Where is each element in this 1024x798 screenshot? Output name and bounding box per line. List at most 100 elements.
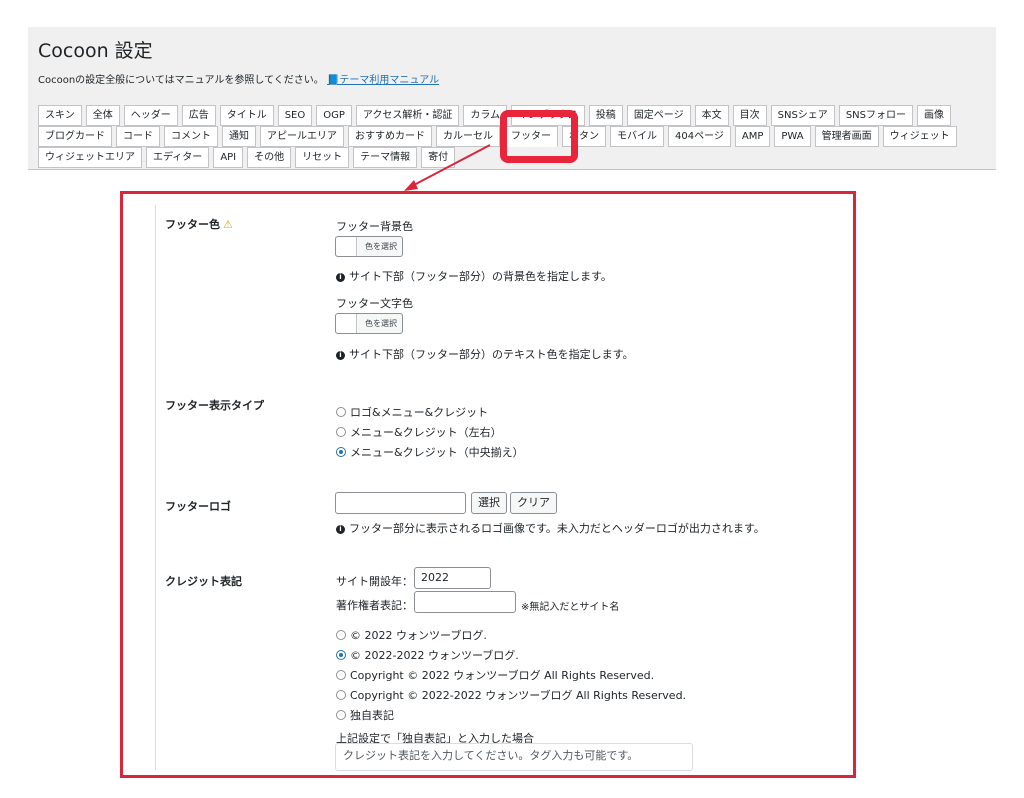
radio-label: © 2022-2022 ウォンツーブログ. — [350, 649, 519, 662]
radio-option[interactable]: 独自表記 — [336, 707, 394, 723]
tab-item[interactable]: アクセス解析・認証 — [355, 105, 460, 126]
tab-item[interactable]: 目次 — [732, 105, 767, 126]
credit-label: クレジット表記 — [165, 575, 242, 588]
footer-bg-help-text: サイト下部（フッター部分）の背景色を指定します。 — [349, 270, 612, 283]
tab-item[interactable]: ブログカード — [38, 126, 112, 147]
tab-item[interactable]: OGP — [316, 105, 352, 126]
intro-message: Cocoonの設定全般についてはマニュアルを参照してください。 — [38, 75, 324, 86]
tab-item[interactable]: 投稿 — [588, 105, 623, 126]
tab-item[interactable]: リセット — [295, 147, 350, 168]
tab-item[interactable]: ウィジェット — [882, 126, 957, 147]
radio-button[interactable] — [336, 690, 346, 700]
tab-item[interactable]: 通知 — [222, 126, 256, 147]
radio-option[interactable]: メニュー&クレジット（中央揃え） — [336, 444, 524, 460]
tab-item[interactable]: コメント — [164, 126, 218, 147]
tab-item[interactable]: 管理者画面 — [814, 126, 879, 147]
author-label: 著作権者表記： — [336, 599, 413, 612]
manual-link-label: テーマ利用マニュアル — [339, 75, 440, 86]
footer-tab-highlight — [500, 110, 578, 163]
tab-item[interactable]: 404ページ — [668, 126, 731, 147]
footer-logo-url-input[interactable] — [335, 492, 466, 514]
tab-item[interactable]: ウィジェットエリア — [38, 147, 142, 168]
radio-button[interactable] — [336, 670, 346, 680]
site-year-input[interactable]: 2022 — [414, 567, 491, 589]
section-divider — [155, 205, 156, 770]
tab-item[interactable]: コード — [116, 126, 160, 147]
tab-item[interactable]: スキン — [38, 105, 82, 126]
radio-label: メニュー&クレジット（中央揃え） — [350, 446, 524, 459]
author-note: ※無記入だとサイト名 — [521, 602, 620, 613]
footer-logo-label: フッターロゴ — [165, 500, 231, 513]
info-icon: i — [336, 351, 345, 360]
radio-label: Copyright © 2022-2022 ウォンツーブログ All Right… — [350, 689, 687, 702]
tab-item[interactable]: エディター — [146, 147, 210, 168]
info-icon: i — [336, 525, 345, 534]
footer-bg-color-picker[interactable]: 色を選択 — [335, 236, 403, 257]
footer-text-color-picker[interactable]: 色を選択 — [335, 313, 403, 334]
footer-color-label: フッター色 ⚠ — [165, 216, 233, 232]
radio-label: Copyright © 2022 ウォンツーブログ All Rights Res… — [350, 669, 655, 682]
color-swatch — [336, 237, 357, 256]
tab-item[interactable]: カルーセル — [436, 126, 500, 147]
radio-label: メニュー&クレジット（左右） — [350, 426, 502, 439]
color-picker-label: 色を選択 — [365, 242, 397, 251]
footer-logo-select-button[interactable]: 選択 — [471, 492, 507, 514]
tab-item[interactable]: アピールエリア — [260, 126, 344, 147]
intro-text: Cocoonの設定全般についてはマニュアルを参照してください。 📘テーマ利用マニ… — [38, 71, 439, 86]
footer-text-help: i サイト下部（フッター部分）のテキスト色を指定します。 — [336, 346, 634, 362]
radio-label: © 2022 ウォンツーブログ. — [350, 629, 487, 642]
footer-logo-help: i フッター部分に表示されるロゴ画像です。未入力だとヘッダーロゴが出力されます。 — [336, 520, 765, 536]
footer-logo-clear-button[interactable]: クリア — [510, 492, 557, 514]
tab-item[interactable]: SNSシェア — [770, 105, 835, 126]
tab-item[interactable]: モバイル — [610, 126, 664, 147]
manual-link[interactable]: 📘テーマ利用マニュアル — [327, 75, 439, 86]
tab-item[interactable]: 本文 — [694, 105, 729, 126]
radio-option[interactable]: Copyright © 2022 ウォンツーブログ All Rights Res… — [336, 667, 654, 683]
radio-button[interactable] — [336, 447, 346, 457]
color-picker-label: 色を選択 — [365, 319, 397, 328]
footer-bg-help: i サイト下部（フッター部分）の背景色を指定します。 — [336, 268, 612, 284]
color-swatch — [336, 314, 357, 333]
tab-item[interactable]: ヘッダー — [123, 105, 178, 126]
footer-text-color-label: フッター文字色 — [336, 297, 413, 310]
tab-item[interactable]: その他 — [247, 147, 292, 168]
tab-item[interactable]: テーマ情報 — [353, 147, 418, 168]
radio-label: ロゴ&メニュー&クレジット — [350, 406, 489, 419]
book-icon: 📘 — [326, 75, 340, 86]
page-title: Cocoon 設定 — [38, 40, 153, 62]
tab-item[interactable]: 寄付 — [421, 147, 456, 168]
radio-button[interactable] — [336, 630, 346, 640]
tab-item[interactable]: 全体 — [85, 105, 120, 126]
radio-button[interactable] — [336, 427, 346, 437]
radio-button[interactable] — [336, 650, 346, 660]
tab-item[interactable]: 広告 — [181, 105, 216, 126]
radio-button[interactable] — [336, 407, 346, 417]
radio-option[interactable]: Copyright © 2022-2022 ウォンツーブログ All Right… — [336, 687, 686, 703]
footer-color-label-text: フッター色 — [165, 218, 220, 231]
tab-item[interactable]: おすすめカード — [348, 126, 432, 147]
footer-logo-help-text: フッター部分に表示されるロゴ画像です。未入力だとヘッダーロゴが出力されます。 — [349, 522, 765, 535]
radio-option[interactable]: © 2022-2022 ウォンツーブログ. — [336, 647, 519, 663]
tab-item[interactable]: タイトル — [219, 105, 274, 126]
radio-label: 独自表記 — [350, 709, 394, 722]
radio-option[interactable]: © 2022 ウォンツーブログ. — [336, 627, 487, 643]
radio-button[interactable] — [336, 710, 346, 720]
footer-display-type-label: フッター表示タイプ — [165, 399, 264, 412]
custom-credit-placeholder: クレジット表記を入力してください。タグ入力も可能です。 — [343, 749, 639, 762]
radio-option[interactable]: メニュー&クレジット（左右） — [336, 424, 502, 440]
site-year-label: サイト開設年： — [336, 575, 413, 588]
custom-credit-textarea[interactable]: クレジット表記を入力してください。タグ入力も可能です。 — [335, 743, 693, 771]
tab-item[interactable]: SNSフォロー — [838, 105, 913, 126]
tab-item[interactable]: AMP — [734, 126, 771, 147]
footer-bg-color-label: フッター背景色 — [336, 220, 413, 233]
footer-text-help-text: サイト下部（フッター部分）のテキスト色を指定します。 — [349, 348, 634, 361]
tab-item[interactable]: PWA — [774, 126, 811, 147]
info-icon: i — [336, 273, 345, 282]
author-input[interactable] — [414, 591, 516, 613]
tab-item[interactable]: 固定ページ — [626, 105, 691, 126]
warning-icon: ⚠ — [223, 218, 233, 231]
tab-item[interactable]: API — [213, 147, 244, 168]
radio-option[interactable]: ロゴ&メニュー&クレジット — [336, 404, 488, 420]
tab-item[interactable]: 画像 — [917, 105, 951, 126]
tab-item[interactable]: SEO — [277, 105, 313, 126]
